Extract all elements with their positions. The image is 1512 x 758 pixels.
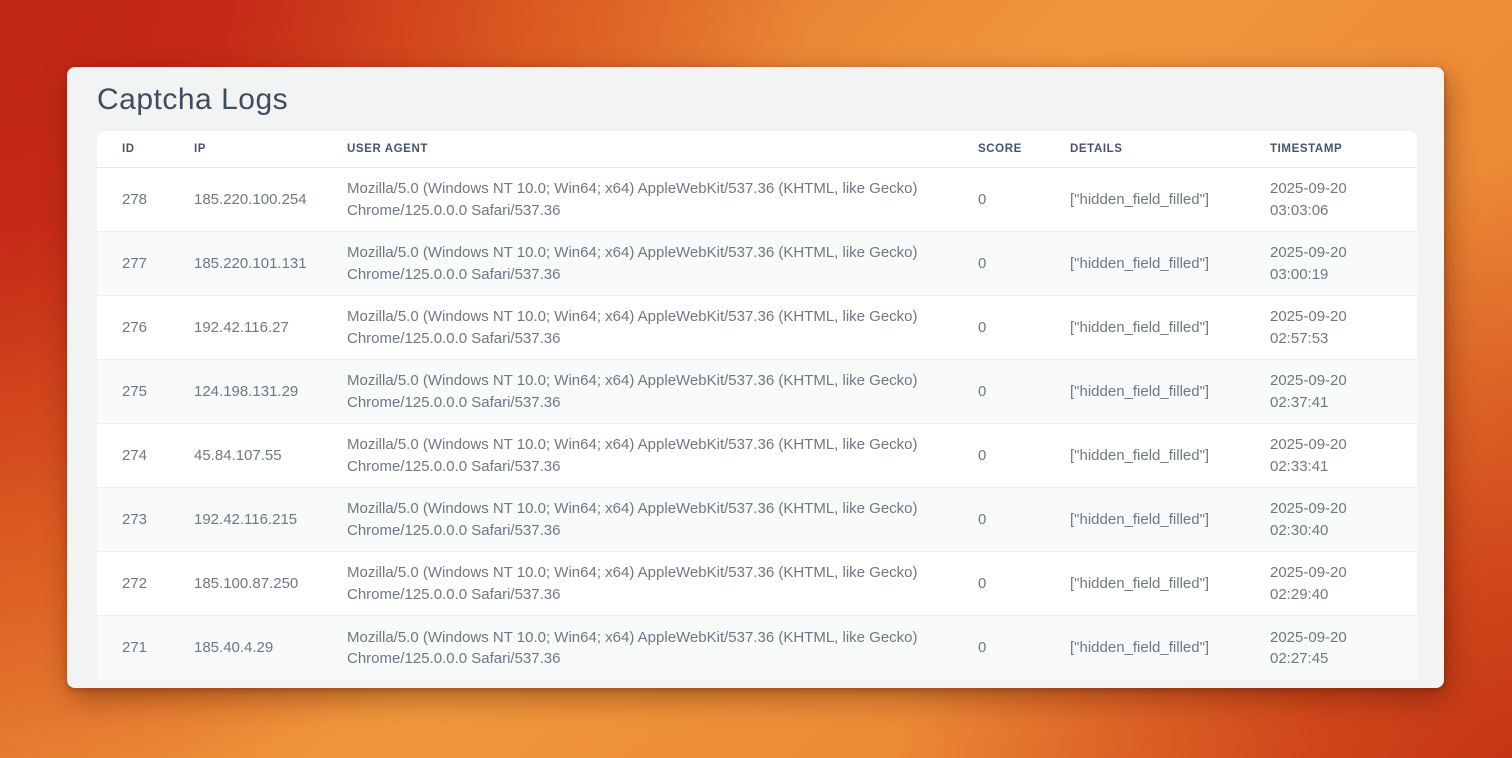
- cell-user-agent: Mozilla/5.0 (Windows NT 10.0; Win64; x64…: [322, 296, 953, 360]
- cell-user-agent: Mozilla/5.0 (Windows NT 10.0; Win64; x64…: [322, 360, 953, 424]
- cell-score: 0: [953, 232, 1045, 296]
- timestamp-text: 2025-09-20 02:30:40: [1270, 498, 1372, 541]
- cell-ip: 192.42.116.215: [169, 488, 322, 552]
- table-body: 278 185.220.100.254 Mozilla/5.0 (Windows…: [97, 168, 1417, 680]
- table-row: 272 185.100.87.250 Mozilla/5.0 (Windows …: [97, 552, 1417, 616]
- timestamp-text: 2025-09-20 03:03:06: [1270, 178, 1372, 221]
- cell-details: ["hidden_field_filled"]: [1045, 232, 1245, 296]
- cell-ip: 192.42.116.27: [169, 296, 322, 360]
- table-row: 278 185.220.100.254 Mozilla/5.0 (Windows…: [97, 168, 1417, 232]
- captcha-logs-card: Captcha Logs ID IP USER AGENT SCORE DETA…: [67, 67, 1444, 688]
- cell-details: ["hidden_field_filled"]: [1045, 424, 1245, 488]
- cell-user-agent: Mozilla/5.0 (Windows NT 10.0; Win64; x64…: [322, 616, 953, 680]
- user-agent-text: Mozilla/5.0 (Windows NT 10.0; Win64; x64…: [347, 434, 932, 477]
- cell-id: 272: [97, 552, 169, 616]
- cell-id: 275: [97, 360, 169, 424]
- timestamp-text: 2025-09-20 02:27:45: [1270, 627, 1372, 670]
- cell-id: 277: [97, 232, 169, 296]
- captcha-logs-table: ID IP USER AGENT SCORE DETAILS TIMESTAMP…: [97, 131, 1417, 680]
- cell-score: 0: [953, 552, 1045, 616]
- cell-ip: 185.100.87.250: [169, 552, 322, 616]
- cell-timestamp: 2025-09-20 03:03:06: [1245, 168, 1417, 232]
- timestamp-text: 2025-09-20 02:57:53: [1270, 306, 1372, 349]
- cell-details: ["hidden_field_filled"]: [1045, 616, 1245, 680]
- cell-ip: 124.198.131.29: [169, 360, 322, 424]
- cell-id: 274: [97, 424, 169, 488]
- cell-id: 271: [97, 616, 169, 680]
- cell-score: 0: [953, 488, 1045, 552]
- user-agent-text: Mozilla/5.0 (Windows NT 10.0; Win64; x64…: [347, 306, 932, 349]
- table-row: 273 192.42.116.215 Mozilla/5.0 (Windows …: [97, 488, 1417, 552]
- table-row: 277 185.220.101.131 Mozilla/5.0 (Windows…: [97, 232, 1417, 296]
- cell-ip: 185.220.100.254: [169, 168, 322, 232]
- cell-details: ["hidden_field_filled"]: [1045, 168, 1245, 232]
- cell-ip: 185.40.4.29: [169, 616, 322, 680]
- user-agent-text: Mozilla/5.0 (Windows NT 10.0; Win64; x64…: [347, 370, 932, 413]
- timestamp-text: 2025-09-20 02:33:41: [1270, 434, 1372, 477]
- cell-score: 0: [953, 168, 1045, 232]
- cell-id: 278: [97, 168, 169, 232]
- cell-score: 0: [953, 424, 1045, 488]
- table-row: 274 45.84.107.55 Mozilla/5.0 (Windows NT…: [97, 424, 1417, 488]
- cell-user-agent: Mozilla/5.0 (Windows NT 10.0; Win64; x64…: [322, 424, 953, 488]
- table-row: 271 185.40.4.29 Mozilla/5.0 (Windows NT …: [97, 616, 1417, 680]
- cell-id: 273: [97, 488, 169, 552]
- cell-timestamp: 2025-09-20 02:29:40: [1245, 552, 1417, 616]
- timestamp-text: 2025-09-20 02:37:41: [1270, 370, 1372, 413]
- cell-ip: 45.84.107.55: [169, 424, 322, 488]
- user-agent-text: Mozilla/5.0 (Windows NT 10.0; Win64; x64…: [347, 178, 932, 221]
- cell-timestamp: 2025-09-20 02:33:41: [1245, 424, 1417, 488]
- column-header-user-agent: USER AGENT: [322, 131, 953, 168]
- page-title: Captcha Logs: [97, 67, 1414, 131]
- cell-id: 276: [97, 296, 169, 360]
- cell-score: 0: [953, 616, 1045, 680]
- column-header-ip: IP: [169, 131, 322, 168]
- cell-user-agent: Mozilla/5.0 (Windows NT 10.0; Win64; x64…: [322, 488, 953, 552]
- table-row: 276 192.42.116.27 Mozilla/5.0 (Windows N…: [97, 296, 1417, 360]
- table-row: 275 124.198.131.29 Mozilla/5.0 (Windows …: [97, 360, 1417, 424]
- cell-timestamp: 2025-09-20 02:57:53: [1245, 296, 1417, 360]
- column-header-score: SCORE: [953, 131, 1045, 168]
- user-agent-text: Mozilla/5.0 (Windows NT 10.0; Win64; x64…: [347, 242, 932, 285]
- cell-timestamp: 2025-09-20 03:00:19: [1245, 232, 1417, 296]
- column-header-id: ID: [97, 131, 169, 168]
- cell-timestamp: 2025-09-20 02:30:40: [1245, 488, 1417, 552]
- cell-timestamp: 2025-09-20 02:27:45: [1245, 616, 1417, 680]
- column-header-timestamp: TIMESTAMP: [1245, 131, 1417, 168]
- user-agent-text: Mozilla/5.0 (Windows NT 10.0; Win64; x64…: [347, 562, 932, 605]
- user-agent-text: Mozilla/5.0 (Windows NT 10.0; Win64; x64…: [347, 627, 932, 670]
- table-header: ID IP USER AGENT SCORE DETAILS TIMESTAMP: [97, 131, 1417, 168]
- cell-timestamp: 2025-09-20 02:37:41: [1245, 360, 1417, 424]
- cell-score: 0: [953, 296, 1045, 360]
- cell-details: ["hidden_field_filled"]: [1045, 360, 1245, 424]
- cell-details: ["hidden_field_filled"]: [1045, 296, 1245, 360]
- user-agent-text: Mozilla/5.0 (Windows NT 10.0; Win64; x64…: [347, 498, 932, 541]
- cell-details: ["hidden_field_filled"]: [1045, 552, 1245, 616]
- cell-score: 0: [953, 360, 1045, 424]
- cell-user-agent: Mozilla/5.0 (Windows NT 10.0; Win64; x64…: [322, 168, 953, 232]
- timestamp-text: 2025-09-20 03:00:19: [1270, 242, 1372, 285]
- cell-ip: 185.220.101.131: [169, 232, 322, 296]
- cell-user-agent: Mozilla/5.0 (Windows NT 10.0; Win64; x64…: [322, 552, 953, 616]
- timestamp-text: 2025-09-20 02:29:40: [1270, 562, 1372, 605]
- cell-user-agent: Mozilla/5.0 (Windows NT 10.0; Win64; x64…: [322, 232, 953, 296]
- column-header-details: DETAILS: [1045, 131, 1245, 168]
- cell-details: ["hidden_field_filled"]: [1045, 488, 1245, 552]
